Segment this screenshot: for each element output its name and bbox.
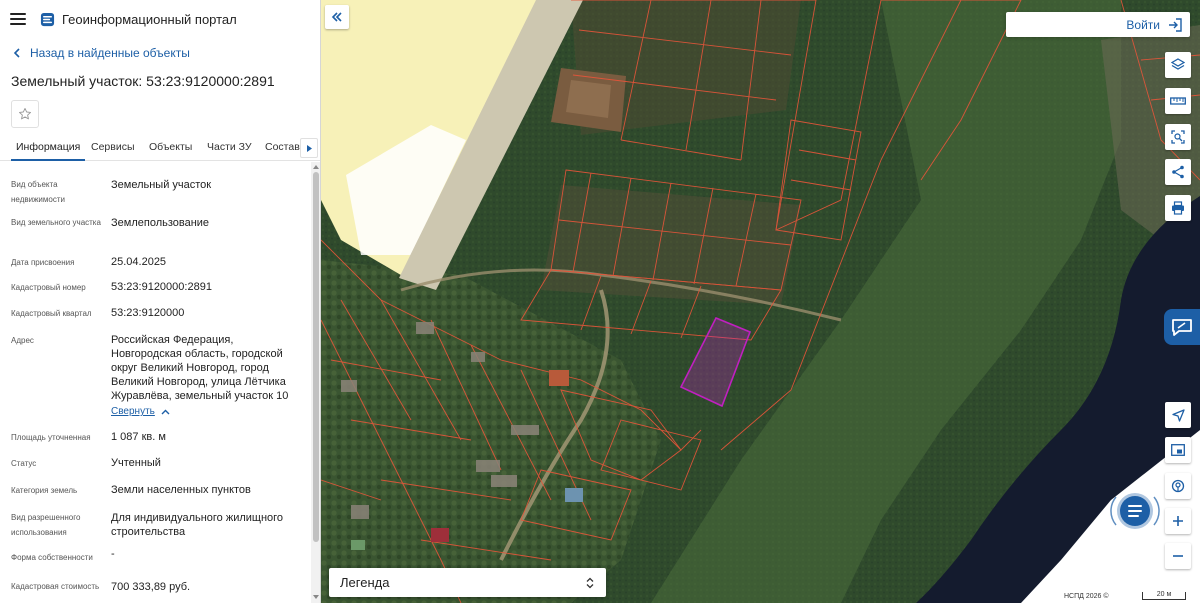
print-button[interactable] xyxy=(1165,195,1191,221)
property-value: Для индивидуального жилищного строительс… xyxy=(111,512,284,538)
property-label: Вид объекта недвижимости xyxy=(11,180,65,204)
minimap-icon xyxy=(1171,444,1185,456)
portal-logo-icon xyxy=(40,12,55,26)
sidebar-panel: Геоинформационный портал Назад в найденн… xyxy=(0,0,321,603)
legend-dropdown[interactable]: Легенда xyxy=(329,568,606,597)
copyright-text: НСПД 2026 © xyxy=(1061,592,1112,602)
feedback-button[interactable] xyxy=(1164,309,1200,345)
property-value-address: Российская Федерация, Новгородская облас… xyxy=(111,334,289,402)
property-value: 700 333,89 руб. xyxy=(111,581,191,593)
plus-icon xyxy=(1173,516,1183,526)
measure-button[interactable] xyxy=(1165,88,1191,114)
property-label: Кадастровый квартал xyxy=(11,309,92,318)
select-area-icon xyxy=(1171,130,1185,144)
satellite-imagery xyxy=(321,0,1200,603)
login-label: Войти xyxy=(1126,17,1160,32)
collapse-address-button[interactable]: Свернуть xyxy=(111,406,170,417)
chat-bubble-icon xyxy=(1172,319,1192,336)
property-value: 25.04.2025 xyxy=(111,256,167,268)
chevron-left-icon xyxy=(13,48,20,58)
share-icon xyxy=(1172,165,1184,179)
collapse-label: Свернуть xyxy=(111,406,155,417)
property-label: Кадастровая стоимость xyxy=(11,582,100,591)
app-title: Геоинформационный портал xyxy=(62,11,237,27)
login-icon xyxy=(1169,17,1182,32)
chevron-up-icon xyxy=(161,409,170,414)
menu-icon[interactable] xyxy=(10,13,26,25)
zoom-in-button[interactable] xyxy=(1165,508,1191,534)
minimap-button[interactable] xyxy=(1165,437,1191,463)
back-to-results-link[interactable]: Назад в найденные объекты xyxy=(13,46,190,60)
tab-objects[interactable]: Объекты xyxy=(149,134,192,161)
assistant-chat-button[interactable] xyxy=(1108,489,1162,533)
share-button[interactable] xyxy=(1165,159,1191,185)
property-label: Вид разрешенного использования xyxy=(11,513,81,537)
legend-label: Легенда xyxy=(340,575,390,590)
property-value: Земли населенных пунктов xyxy=(111,484,251,496)
back-link-label: Назад в найденные объекты xyxy=(30,46,190,60)
caret-right-icon xyxy=(306,144,312,152)
map-view[interactable]: Войти Легенда НСПД 2026 © 20 м xyxy=(321,0,1200,603)
scroll-up-icon[interactable] xyxy=(313,164,319,170)
chevron-up-down-icon xyxy=(586,577,594,588)
tab-information[interactable]: Информация xyxy=(11,134,86,161)
property-value: Учтенный xyxy=(111,457,161,469)
property-label: Кадастровый номер xyxy=(11,283,86,292)
property-label: Форма собственности xyxy=(11,553,93,562)
property-value: Земельный участок xyxy=(111,179,212,191)
print-icon xyxy=(1172,201,1184,215)
layers-icon xyxy=(1171,58,1185,70)
scale-label: 20 м xyxy=(1156,591,1172,598)
tabs-scroll-right-button[interactable] xyxy=(300,138,318,158)
sidebar-scrollbar[interactable] xyxy=(311,162,320,603)
property-label: Статус xyxy=(11,459,37,468)
property-value: 1 087 кв. м xyxy=(111,431,166,443)
property-label: Категория земель xyxy=(11,486,78,495)
ruler-icon xyxy=(1170,97,1186,105)
property-label: Вид земельного участка xyxy=(11,218,101,227)
property-label: Адрес xyxy=(11,336,34,345)
property-value: Землепользование xyxy=(111,217,210,229)
scrollbar-thumb[interactable] xyxy=(313,172,319,542)
star-icon xyxy=(18,107,32,120)
top-bar: Геоинформационный портал xyxy=(0,0,320,38)
property-value: 53:23:9120000 xyxy=(111,307,185,319)
location-search-button[interactable] xyxy=(1165,473,1191,499)
properties-list: Вид объекта недвижимости Земельный участ… xyxy=(0,162,310,603)
page-title: Земельный участок: 53:23:9120000:2891 xyxy=(11,73,275,89)
geolocate-button[interactable] xyxy=(1165,402,1191,428)
property-label: Площадь уточненная xyxy=(11,433,91,442)
double-chevron-left-icon xyxy=(331,12,342,22)
minus-icon xyxy=(1173,555,1183,557)
tab-bar: Информация Сервисы Объекты Части ЗУ Сост… xyxy=(0,134,320,161)
property-label: Дата присвоения xyxy=(11,258,75,267)
favorite-button[interactable] xyxy=(11,100,39,128)
property-value: 53:23:9120000:2891 xyxy=(111,281,212,293)
tab-parts[interactable]: Части ЗУ xyxy=(207,134,252,161)
zoom-out-button[interactable] xyxy=(1165,543,1191,569)
property-value: - xyxy=(111,548,115,560)
scroll-down-icon[interactable] xyxy=(313,594,319,600)
tab-services[interactable]: Сервисы xyxy=(91,134,135,161)
scale-bar: 20 м xyxy=(1136,590,1192,602)
select-area-button[interactable] xyxy=(1165,124,1191,150)
collapse-panel-button[interactable] xyxy=(325,5,349,29)
location-pin-icon xyxy=(1171,479,1185,493)
chat-list-icon xyxy=(1110,493,1160,529)
navigation-arrow-icon xyxy=(1171,408,1185,422)
login-button[interactable]: Войти xyxy=(1006,12,1190,37)
layers-button[interactable] xyxy=(1165,52,1191,78)
tab-composition[interactable]: Состав xyxy=(265,134,300,161)
